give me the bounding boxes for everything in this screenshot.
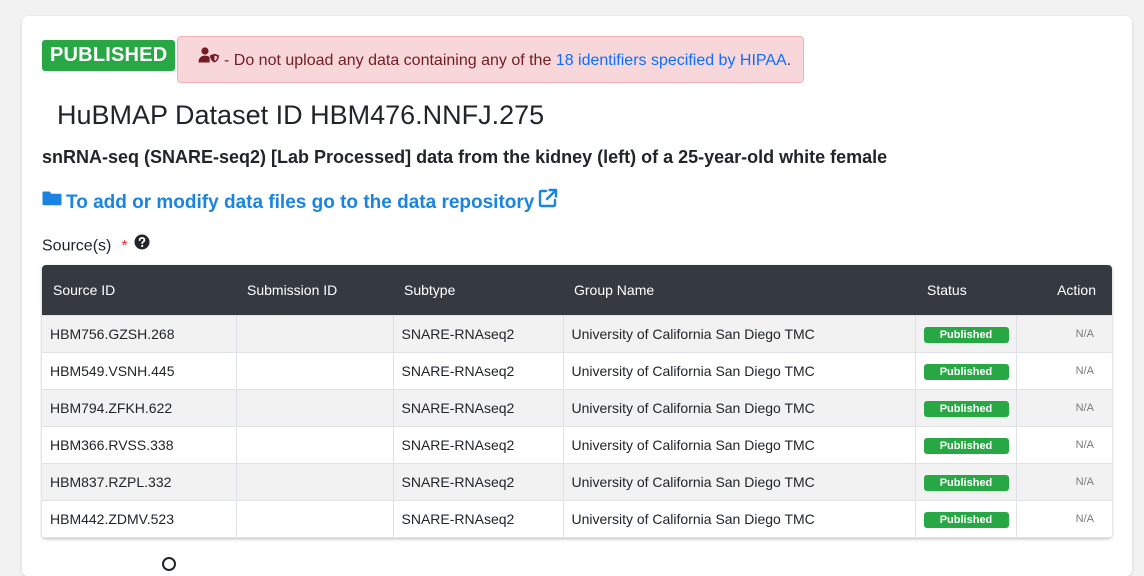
status-cell: Published bbox=[915, 389, 1017, 427]
table-row[interactable]: HBM756.GZSH.268 SNARE-RNAseq2 University… bbox=[42, 315, 1112, 353]
subtype-cell: SNARE-RNAseq2 bbox=[393, 352, 564, 390]
column-header-submission-id[interactable]: Submission ID bbox=[236, 265, 393, 316]
action-cell: N/A bbox=[1016, 463, 1112, 501]
status-cell: Published bbox=[915, 463, 1017, 501]
action-cell: N/A bbox=[1016, 315, 1112, 353]
group-name-cell: University of California San Diego TMC bbox=[563, 352, 916, 390]
status-badge: Published bbox=[923, 363, 1009, 380]
question-circle-icon[interactable] bbox=[134, 234, 150, 255]
dataset-description: snRNA-seq (SNARE-seq2) [Lab Processed] d… bbox=[42, 147, 888, 167]
status-badge: Published bbox=[923, 474, 1009, 491]
required-marker: * bbox=[121, 237, 128, 255]
sources-label: Source(s) * bbox=[42, 234, 150, 257]
column-header-group-name[interactable]: Group Name bbox=[563, 265, 915, 316]
page-title: HuBMAP Dataset ID HBM476.NNFJ.275 bbox=[57, 100, 545, 130]
dataset-card: PUBLISHED - Do not upload any data conta… bbox=[22, 16, 1132, 576]
action-cell: N/A bbox=[1016, 352, 1112, 390]
group-name-cell: University of California San Diego TMC bbox=[563, 426, 916, 464]
external-link-icon bbox=[538, 188, 558, 214]
submission-id-cell bbox=[236, 389, 394, 427]
sources-label-text: Source(s) bbox=[42, 237, 112, 255]
submission-id-cell bbox=[236, 463, 394, 501]
subtype-cell: SNARE-RNAseq2 bbox=[393, 463, 564, 501]
user-shield-icon bbox=[198, 35, 220, 82]
status-cell: Published bbox=[915, 315, 1017, 353]
table-row[interactable]: HBM549.VSNH.445 SNARE-RNAseq2 University… bbox=[42, 352, 1112, 390]
group-name-cell: University of California San Diego TMC bbox=[563, 315, 916, 353]
status-badge: Published bbox=[923, 511, 1009, 528]
table-row[interactable]: HBM366.RVSS.338 SNARE-RNAseq2 University… bbox=[42, 426, 1112, 464]
data-repository-link-label: To add or modify data files go to the da… bbox=[66, 192, 535, 214]
action-cell: N/A bbox=[1016, 426, 1112, 464]
action-cell: N/A bbox=[1016, 500, 1112, 538]
subtype-cell: SNARE-RNAseq2 bbox=[393, 315, 564, 353]
sources-table: Source ID Submission ID Subtype Group Na… bbox=[42, 265, 1112, 538]
status-cell: Published bbox=[915, 352, 1017, 390]
hipaa-alert: - Do not upload any data containing any … bbox=[177, 36, 804, 83]
hipaa-identifiers-link[interactable]: 18 identifiers specified by HIPAA bbox=[556, 52, 787, 69]
status-badge: Published bbox=[923, 400, 1009, 417]
action-cell: N/A bbox=[1016, 389, 1112, 427]
status-badge: Published bbox=[923, 437, 1009, 454]
table-row[interactable]: HBM794.ZFKH.622 SNARE-RNAseq2 University… bbox=[42, 389, 1112, 427]
status-badge: Published bbox=[923, 326, 1009, 343]
column-header-subtype[interactable]: Subtype bbox=[393, 265, 563, 316]
hipaa-suffix: . bbox=[786, 52, 792, 69]
column-header-source-id[interactable]: Source ID bbox=[42, 265, 236, 316]
table-header-row: Source ID Submission ID Subtype Group Na… bbox=[42, 265, 1112, 316]
group-name-cell: University of California San Diego TMC bbox=[563, 500, 916, 538]
source-id-cell: HBM837.RZPL.332 bbox=[42, 463, 237, 501]
source-id-cell: HBM442.ZDMV.523 bbox=[42, 500, 237, 538]
submission-id-cell bbox=[236, 315, 394, 353]
source-id-cell: HBM549.VSNH.445 bbox=[42, 352, 237, 390]
status-badge: PUBLISHED bbox=[42, 40, 176, 71]
source-id-cell: HBM794.ZFKH.622 bbox=[42, 389, 237, 427]
column-header-status[interactable]: Status bbox=[915, 265, 1016, 316]
source-id-cell: HBM756.GZSH.268 bbox=[42, 315, 237, 353]
submission-id-cell bbox=[236, 352, 394, 390]
status-cell: Published bbox=[915, 500, 1017, 538]
data-repository-link[interactable]: To add or modify data files go to the da… bbox=[42, 188, 558, 216]
subtype-cell: SNARE-RNAseq2 bbox=[393, 426, 564, 464]
table-row[interactable]: HBM442.ZDMV.523 SNARE-RNAseq2 University… bbox=[42, 500, 1112, 538]
source-id-cell: HBM366.RVSS.338 bbox=[42, 426, 237, 464]
column-header-action: Action bbox=[1016, 265, 1112, 316]
next-section-help-icon bbox=[162, 557, 176, 571]
submission-id-cell bbox=[236, 500, 394, 538]
group-name-cell: University of California San Diego TMC bbox=[563, 389, 916, 427]
submission-id-cell bbox=[236, 426, 394, 464]
hipaa-prefix: - Do not upload any data containing any … bbox=[224, 52, 556, 69]
status-cell: Published bbox=[915, 426, 1017, 464]
group-name-cell: University of California San Diego TMC bbox=[563, 463, 916, 501]
table-row[interactable]: HBM837.RZPL.332 SNARE-RNAseq2 University… bbox=[42, 463, 1112, 501]
subtype-cell: SNARE-RNAseq2 bbox=[393, 500, 564, 538]
subtype-cell: SNARE-RNAseq2 bbox=[393, 389, 564, 427]
folder-icon bbox=[42, 190, 62, 212]
